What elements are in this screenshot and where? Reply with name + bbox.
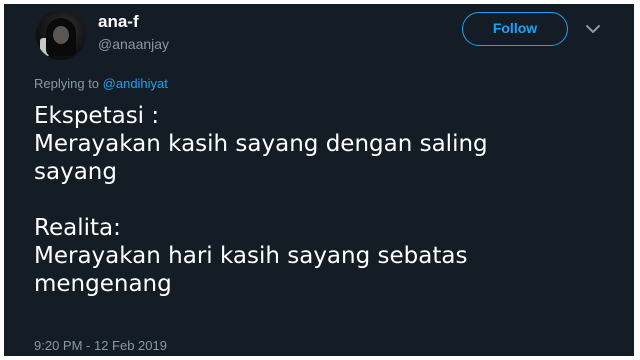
avatar-face — [53, 26, 69, 44]
replying-to-label: Replying to — [34, 76, 103, 91]
chevron-down-icon[interactable] — [582, 18, 604, 40]
tweet-card: ana-f @anaanjay Follow Replying to @andi… — [4, 4, 634, 356]
user-handle[interactable]: @anaanjay — [98, 36, 169, 52]
avatar[interactable] — [36, 10, 86, 60]
replying-to: Replying to @andihiyat — [34, 76, 168, 91]
follow-button[interactable]: Follow — [462, 12, 568, 46]
display-name[interactable]: ana-f — [98, 12, 139, 32]
tweet-timestamp[interactable]: 9:20 PM - 12 Feb 2019 — [34, 338, 167, 353]
tweet-text: Ekspetasi : Merayakan kasih sayang denga… — [34, 103, 488, 297]
reply-mention-link[interactable]: @andihiyat — [103, 76, 168, 91]
